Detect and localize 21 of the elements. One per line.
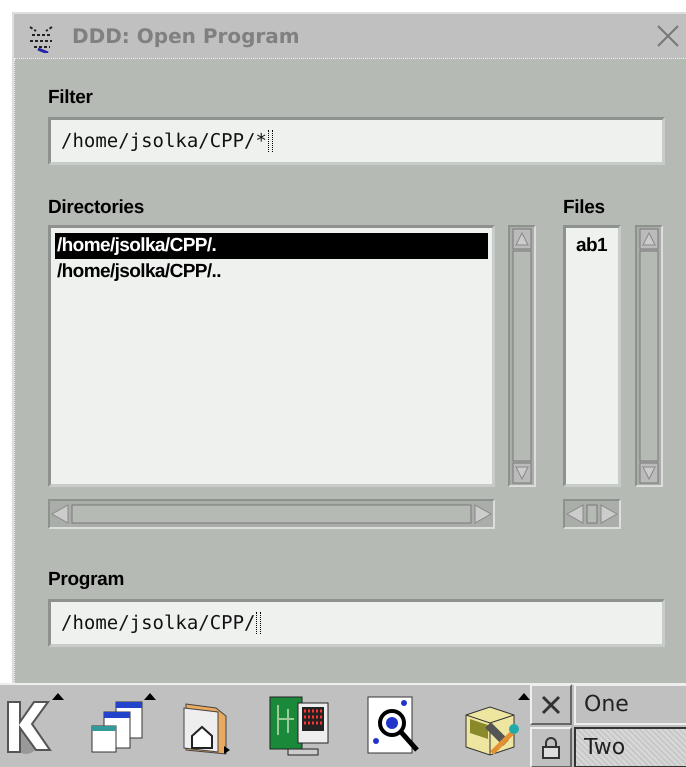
lock-icon <box>541 736 561 758</box>
program-label: Program <box>48 569 126 591</box>
directories-label: Directories <box>48 197 145 219</box>
window-title: DDD: Open Program <box>72 24 301 48</box>
files-list[interactable]: ab1 <box>563 225 621 487</box>
lock-button[interactable] <box>530 727 572 767</box>
directories-list[interactable]: /home/jsolka/CPP/. /home/jsolka/CPP/.. <box>48 225 495 487</box>
desktop-button[interactable]: One <box>574 684 686 725</box>
program-field[interactable]: /home/jsolka/CPP/ <box>48 599 665 647</box>
directory-item[interactable]: /home/jsolka/CPP/.. <box>55 259 488 285</box>
file-item[interactable]: ab1 <box>570 233 614 259</box>
directory-item[interactable]: /home/jsolka/CPP/. <box>55 233 488 259</box>
files-label: Files <box>563 197 605 219</box>
menu-arrow-icon <box>144 693 156 700</box>
filter-field[interactable]: /home/jsolka/CPP/* <box>48 117 665 165</box>
desktop-button[interactable]: Two <box>574 727 686 767</box>
menu-arrow-icon <box>52 693 64 700</box>
close-window-button[interactable] <box>530 684 572 725</box>
filter-label: Filter <box>48 87 94 109</box>
horizontal-scrollbar <box>563 499 621 529</box>
x-icon <box>540 694 562 716</box>
